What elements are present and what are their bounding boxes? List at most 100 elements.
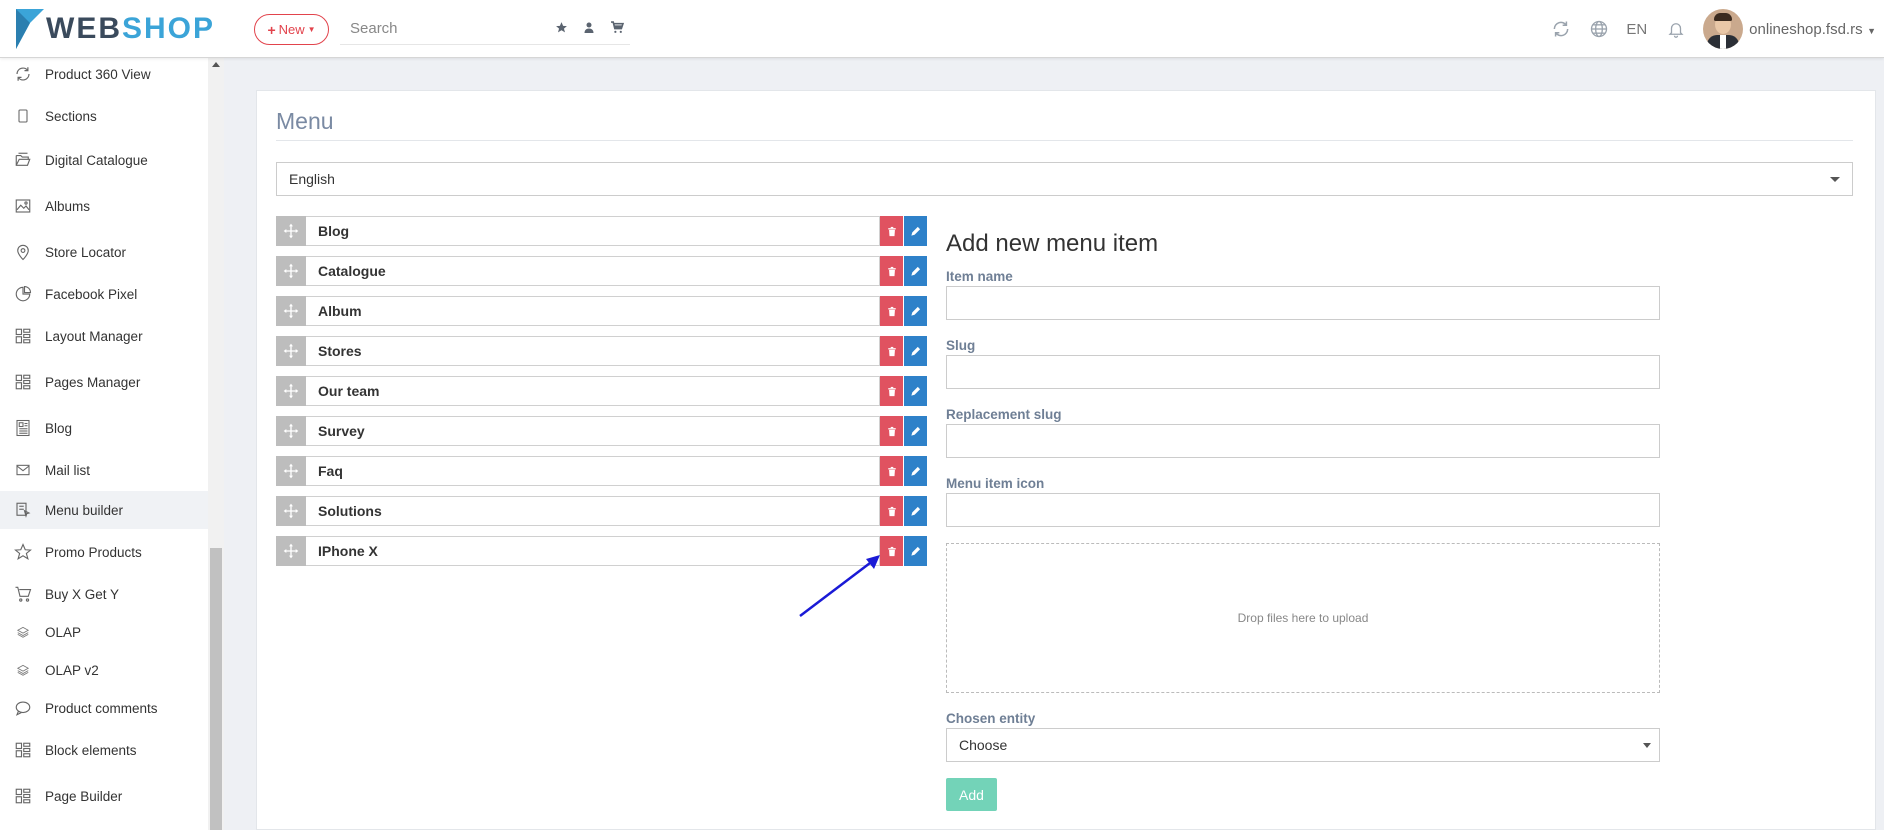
- sidebar-item-label: Buy X Get Y: [45, 586, 120, 602]
- sidebar-item-label: Digital Catalogue: [45, 152, 148, 168]
- scrollbar-thumb[interactable]: [210, 548, 222, 830]
- title-divider: [276, 140, 1853, 141]
- avatar[interactable]: [1703, 9, 1744, 49]
- drag-handle-icon[interactable]: [276, 416, 306, 446]
- drag-handle-icon[interactable]: [276, 296, 306, 326]
- sidebar-item-buy-x-get-y[interactable]: Buy X Get Y: [0, 575, 208, 613]
- sidebar-item-layout-manager[interactable]: Layout Manager: [0, 317, 208, 355]
- globe-icon[interactable]: [1588, 18, 1610, 40]
- language-select-value: English: [289, 171, 335, 187]
- edit-button[interactable]: [904, 536, 927, 566]
- new-button[interactable]: + New ▼: [254, 14, 329, 45]
- sidebar-item-blog[interactable]: Blog: [0, 409, 208, 447]
- menu-item-name: Album: [306, 296, 880, 326]
- logo-text-shop: SHOP: [122, 12, 216, 45]
- edit-button[interactable]: [904, 496, 927, 526]
- search-input[interactable]: [340, 12, 540, 45]
- sidebar-item-product-comments[interactable]: Product comments: [0, 689, 208, 727]
- menu-item-name: Our team: [306, 376, 880, 406]
- menu-item-row: Blog: [276, 216, 928, 246]
- sidebar-item-product-360-view[interactable]: Product 360 View: [0, 55, 208, 93]
- language-select[interactable]: English: [276, 162, 1853, 196]
- edit-button[interactable]: [904, 296, 927, 326]
- sidebar-item-store-locator[interactable]: Store Locator: [0, 233, 208, 271]
- chosen-entity-label: Chosen entity: [946, 711, 1036, 726]
- drag-handle-icon[interactable]: [276, 496, 306, 526]
- edit-button[interactable]: [904, 336, 927, 366]
- chosen-entity-select[interactable]: Choose: [946, 728, 1660, 762]
- rotate-icon: [12, 63, 34, 85]
- pencil-icon: [911, 426, 921, 436]
- sidebar-scrollbar[interactable]: [208, 58, 224, 830]
- sidebar-item-olap-v2[interactable]: OLAP v2: [0, 651, 208, 689]
- chevron-down-icon: ▼: [307, 25, 316, 34]
- image-icon: [12, 195, 34, 217]
- item-name-label: Item name: [946, 269, 1013, 284]
- refresh-icon[interactable]: [1550, 18, 1572, 40]
- drag-handle-icon[interactable]: [276, 536, 306, 566]
- user-icon[interactable]: [582, 20, 596, 34]
- sidebar-item-sections[interactable]: Sections: [0, 97, 208, 135]
- edit-button[interactable]: [904, 256, 927, 286]
- edit-button[interactable]: [904, 216, 927, 246]
- layout-icon: [12, 371, 34, 393]
- menu-item-icon-input[interactable]: [946, 493, 1660, 527]
- slug-label: Slug: [946, 338, 976, 353]
- slug-input[interactable]: [946, 355, 1660, 389]
- drag-handle-icon[interactable]: [276, 256, 306, 286]
- delete-button[interactable]: [880, 536, 903, 566]
- drag-handle-icon[interactable]: [276, 336, 306, 366]
- sidebar-item-menu-builder[interactable]: Menu builder: [0, 491, 208, 529]
- webshop-logo[interactable]: WEBSHOP: [16, 9, 215, 49]
- sidebar-item-label: Mail list: [45, 462, 91, 478]
- menu-item-row: Survey: [276, 416, 928, 446]
- sidebar-item-olap[interactable]: OLAP: [0, 613, 208, 651]
- chevron-down-icon: ▼: [1864, 25, 1876, 36]
- edit-button[interactable]: [904, 416, 927, 446]
- sidebar-item-label: Product 360 View: [45, 66, 151, 82]
- menu-builder-icon: [12, 499, 34, 521]
- delete-button[interactable]: [880, 416, 903, 446]
- edit-button[interactable]: [904, 376, 927, 406]
- sidebar-item-facebook-pixel[interactable]: Facebook Pixel: [0, 275, 208, 313]
- delete-button[interactable]: [880, 256, 903, 286]
- layout-icon: [12, 785, 34, 807]
- replacement-slug-input[interactable]: [946, 424, 1660, 458]
- cart-icon[interactable]: [610, 20, 624, 34]
- file-dropzone[interactable]: Drop files here to upload: [946, 543, 1660, 693]
- edit-button[interactable]: [904, 456, 927, 486]
- sidebar-item-mail-list[interactable]: Mail list: [0, 451, 208, 489]
- menu-item-icon-label: Menu item icon: [946, 476, 1045, 491]
- sidebar-item-pages-manager[interactable]: Pages Manager: [0, 363, 208, 401]
- trash-icon: [887, 266, 896, 276]
- sidebar-item-digital-catalogue[interactable]: Digital Catalogue: [0, 141, 208, 179]
- sidebar-item-promo-products[interactable]: Promo Products: [0, 533, 208, 571]
- add-button[interactable]: Add: [946, 778, 997, 811]
- sidebar-item-label: Menu builder: [45, 502, 124, 518]
- new-button-label: New: [278, 22, 305, 37]
- scroll-up-icon[interactable]: [212, 62, 220, 67]
- drag-handle-icon[interactable]: [276, 376, 306, 406]
- dropdown-arrow-icon: [1830, 177, 1840, 182]
- sidebar-item-label: OLAP: [45, 624, 82, 640]
- menu-item-row: Stores: [276, 336, 928, 366]
- star-icon[interactable]: [554, 20, 568, 34]
- sidebar-item-albums[interactable]: Albums: [0, 187, 208, 225]
- map-pin-icon: [12, 241, 34, 263]
- account-menu[interactable]: onlineshop.fsd.rs ▼: [1749, 21, 1876, 38]
- drag-handle-icon[interactable]: [276, 216, 306, 246]
- delete-button[interactable]: [880, 336, 903, 366]
- drag-handle-icon[interactable]: [276, 456, 306, 486]
- menu-item-name: Catalogue: [306, 256, 880, 286]
- item-name-input[interactable]: [946, 286, 1660, 320]
- language-switcher[interactable]: EN: [1626, 21, 1647, 38]
- delete-button[interactable]: [880, 376, 903, 406]
- delete-button[interactable]: [880, 216, 903, 246]
- bell-icon[interactable]: [1665, 18, 1687, 40]
- delete-button[interactable]: [880, 296, 903, 326]
- delete-button[interactable]: [880, 456, 903, 486]
- sidebar-item-label: Layout Manager: [45, 328, 143, 344]
- sidebar-item-page-builder[interactable]: Page Builder: [0, 777, 208, 815]
- sidebar-item-block-elements[interactable]: Block elements: [0, 731, 208, 769]
- delete-button[interactable]: [880, 496, 903, 526]
